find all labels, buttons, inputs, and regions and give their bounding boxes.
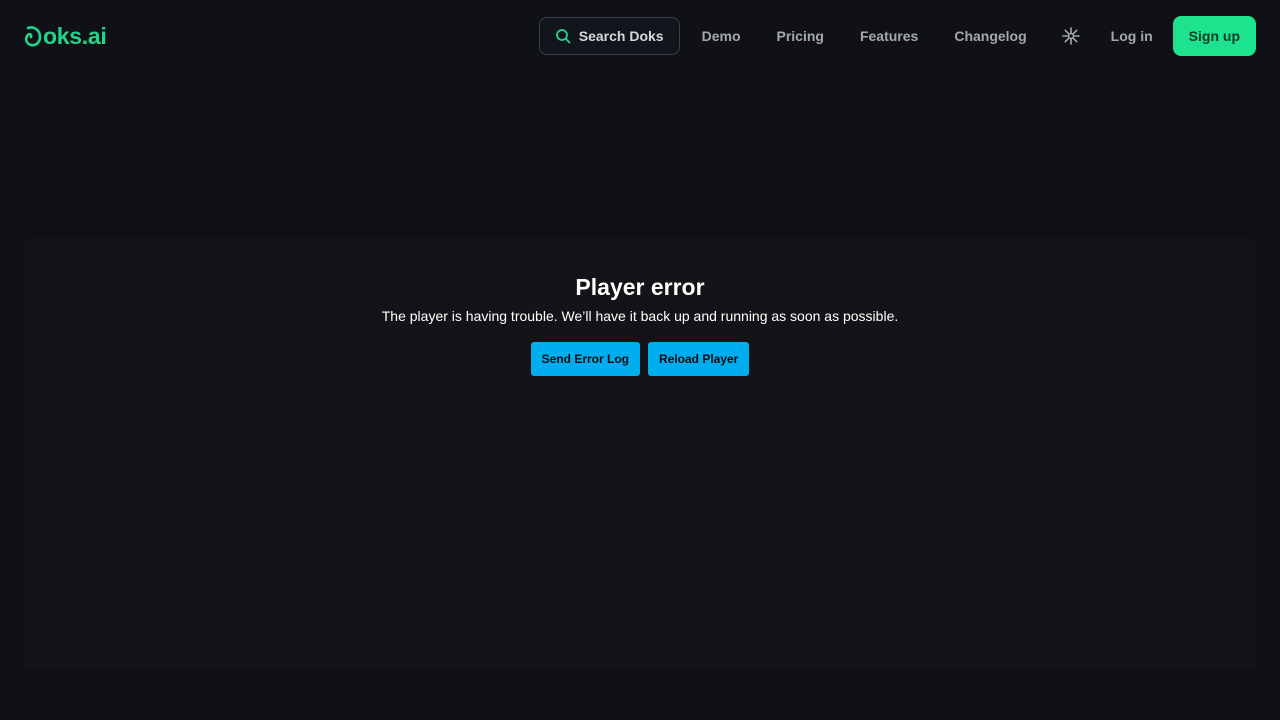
logo-text: oks.ai	[43, 22, 107, 49]
reload-player-button[interactable]: Reload Player	[647, 342, 750, 376]
main-nav: Search Doks Demo Pricing Features Change…	[538, 16, 1256, 56]
nav-link-demo[interactable]: Demo	[684, 16, 759, 56]
sun-icon	[1061, 27, 1080, 45]
player-error-actions: Send Error Log Reload Player	[24, 342, 1256, 376]
nav-link-pricing[interactable]: Pricing	[759, 16, 842, 56]
nav-link-changelog[interactable]: Changelog	[936, 16, 1044, 56]
player-error: Player error The player is having troubl…	[24, 272, 1256, 376]
search-button-label: Search Doks	[578, 28, 664, 44]
player-error-message: The player is having trouble. We’ll have…	[381, 308, 899, 324]
page: oks.ai Search Doks Demo Pricing Features…	[0, 0, 1280, 720]
logo[interactable]: oks.ai	[24, 22, 107, 50]
player-error-title: Player error	[575, 274, 705, 300]
doks-logo-icon	[24, 26, 42, 47]
send-error-log-button[interactable]: Send Error Log	[530, 342, 640, 376]
video-player: Player error The player is having troubl…	[24, 238, 1256, 668]
login-link[interactable]: Log in	[1101, 16, 1163, 56]
search-icon	[555, 29, 571, 44]
nav-link-features[interactable]: Features	[842, 16, 936, 56]
search-button[interactable]: Search Doks	[538, 17, 680, 55]
top-navigation: oks.ai Search Doks Demo Pricing Features…	[0, 0, 1280, 72]
theme-toggle-button[interactable]	[1051, 16, 1091, 56]
signup-button[interactable]: Sign up	[1172, 16, 1256, 56]
